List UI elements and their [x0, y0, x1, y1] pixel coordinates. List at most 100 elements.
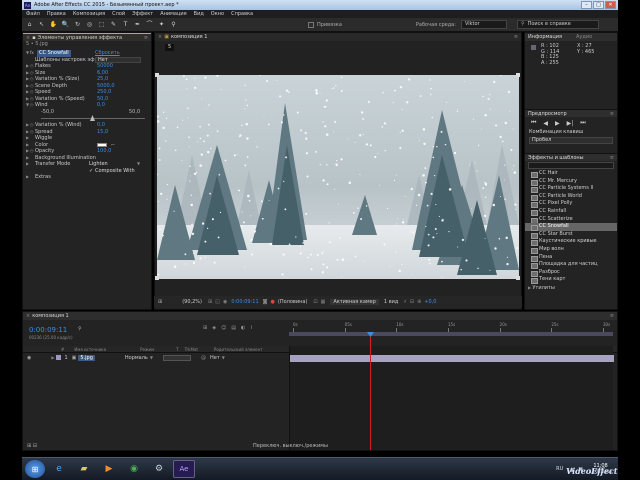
track-area[interactable]	[289, 346, 614, 450]
toggle-switches-icon[interactable]: ⊞	[27, 443, 31, 449]
internet-explorer-icon[interactable]: e	[48, 460, 70, 478]
close-button[interactable]: ✕	[605, 1, 616, 9]
info-tab[interactable]: Информация	[528, 34, 562, 40]
preview-tab[interactable]: Предпросмотр	[528, 111, 567, 117]
layer-duration-bar[interactable]	[290, 355, 614, 362]
rectangle-tool-icon[interactable]: ⬚	[97, 20, 106, 29]
menu-window[interactable]: Окно	[211, 11, 224, 17]
roi-icon[interactable]: ⊡	[313, 299, 317, 305]
stamp-tool-icon[interactable]: ⌒	[145, 20, 154, 29]
panel-menu-icon[interactable]: ≡	[610, 155, 614, 161]
time-ruler[interactable]: 0s 05s 10s 15s 20s 25s 30s	[289, 320, 613, 332]
playhead[interactable]	[367, 332, 374, 450]
steam-icon[interactable]: ⚙	[148, 460, 170, 478]
zoom-tool-icon[interactable]: 🔍	[61, 20, 70, 29]
composition-viewer[interactable]	[156, 74, 519, 279]
effect-list-item[interactable]: CC Particle World	[525, 193, 617, 201]
maximize-button[interactable]: □	[593, 1, 604, 9]
help-search-input[interactable]: ⚲ Поиск в справке	[516, 20, 599, 29]
composition-title[interactable]: композиция 1	[171, 34, 208, 40]
layer-name[interactable]: 5.jpg	[78, 354, 95, 361]
exposure-value[interactable]: +0,0	[424, 299, 436, 305]
views-select[interactable]: 1 вид	[384, 299, 398, 305]
close-tab-icon[interactable]: ×	[158, 34, 162, 40]
timeline-footer-label[interactable]: Переключ. выключ./режимы	[253, 443, 328, 449]
snapshot-icon[interactable]: ◙	[263, 299, 268, 305]
effect-list-item[interactable]: Каустические кривые	[525, 238, 617, 246]
prev-frame-icon[interactable]: ◀	[543, 120, 548, 127]
effect-list-item[interactable]: CC Rainfall	[525, 208, 617, 216]
channel-icon[interactable]: ●	[271, 299, 275, 305]
media-player-icon[interactable]: ▶	[98, 460, 120, 478]
menu-animation[interactable]: Анимация	[160, 11, 186, 17]
expand-triangle-icon[interactable]: ▶	[26, 174, 29, 181]
work-area-bar[interactable]	[289, 332, 613, 336]
frame-blending-icon[interactable]: ▤	[231, 325, 236, 331]
menu-file[interactable]: Файл	[26, 11, 40, 17]
effect-list-item[interactable]: Тени карт	[525, 276, 617, 284]
camera-tool-icon[interactable]: ◎	[85, 20, 94, 29]
transparency-grid-icon[interactable]: ▦	[321, 299, 326, 305]
eraser-tool-icon[interactable]: ✦	[157, 20, 166, 29]
effect-list-item[interactable]: CC Mr. Mercury	[525, 178, 617, 186]
trkmat-select[interactable]	[162, 354, 191, 361]
timeline-tab[interactable]: композиция 1	[32, 313, 69, 319]
label-color-icon[interactable]	[56, 355, 62, 360]
resolution-select[interactable]: (Половина)	[278, 299, 308, 305]
zoom-level[interactable]: (90,2%)	[182, 299, 202, 305]
next-frame-icon[interactable]: ▶|	[567, 120, 574, 127]
audio-tab[interactable]: Аудио	[576, 34, 592, 40]
chevron-down-icon[interactable]: ▼	[150, 355, 153, 360]
motion-blur-icon[interactable]: ◐	[241, 325, 245, 331]
after-effects-taskbar-icon[interactable]: Ae	[173, 460, 195, 478]
effect-list-item[interactable]: CC Snowfall	[525, 223, 617, 231]
composition-breadcrumb[interactable]: 5	[165, 44, 175, 51]
comp-timecode[interactable]: 0:00:09:11	[231, 299, 258, 305]
panel-menu-icon[interactable]: ≡	[514, 34, 518, 40]
color-swatch[interactable]	[97, 142, 107, 147]
wind-slider[interactable]	[23, 115, 151, 122]
draft-3d-icon[interactable]: ◈	[212, 325, 216, 331]
effect-list-item[interactable]: CC Star Burst	[525, 231, 617, 239]
pen-tool-icon[interactable]: ✎	[109, 20, 118, 29]
snap-checkbox[interactable]	[308, 21, 314, 28]
effect-list-item[interactable]: Пена	[525, 254, 617, 262]
folder-icon[interactable]: ▰	[73, 460, 95, 478]
chevron-down-icon[interactable]: ▼	[222, 355, 225, 360]
menu-composition[interactable]: Композиция	[73, 11, 105, 17]
menu-help[interactable]: Справка	[231, 11, 253, 17]
region-icon[interactable]: ◱	[215, 299, 220, 305]
effect-param-row[interactable]: ▶ Extras	[23, 174, 151, 181]
text-tool-icon[interactable]: T	[121, 20, 130, 29]
timeline-search-icon[interactable]: ⚲	[78, 326, 82, 332]
camera-snapshot-icon[interactable]: ◉	[223, 299, 227, 305]
presets-select[interactable]: Нет	[95, 56, 141, 63]
layer-mode-select[interactable]: Нормаль	[125, 355, 148, 361]
workspace-select[interactable]: Viktor	[460, 20, 507, 29]
puppet-tool-icon[interactable]: ⚲	[169, 20, 178, 29]
grid-icon[interactable]: ⊞	[208, 299, 212, 305]
hand-tool-icon[interactable]: ✋	[49, 20, 58, 29]
rotate-tool-icon[interactable]: ↻	[73, 20, 82, 29]
magnifier-icon[interactable]: ⊞	[158, 299, 162, 305]
close-tab-icon[interactable]: ×	[26, 35, 30, 41]
last-frame-icon[interactable]: ⏭	[580, 119, 585, 127]
shortcut-select[interactable]: Пробел	[529, 137, 613, 144]
effect-list-item[interactable]: CC Particle Systems II	[525, 185, 617, 193]
language-indicator[interactable]: RU	[556, 466, 563, 472]
chrome-icon[interactable]: ◉	[123, 460, 145, 478]
effect-controls-tab[interactable]: × ▪ Элементы управления эффекта ≡	[23, 33, 151, 41]
effects-search-input[interactable]	[528, 162, 614, 169]
toggle-modes-icon[interactable]: ⊟	[33, 443, 37, 449]
shy-icon[interactable]: ☺	[221, 325, 226, 331]
minimize-button[interactable]: –	[581, 1, 592, 9]
bounding-handle-icon[interactable]	[516, 73, 520, 77]
selection-tool-icon[interactable]: ↖	[37, 20, 46, 29]
effect-list-item[interactable]: CC Hair	[525, 170, 617, 178]
effects-presets-tab[interactable]: Эффекты и шаблоны	[528, 155, 584, 161]
graph-editor-icon[interactable]: ⌇	[250, 325, 252, 331]
first-frame-icon[interactable]: ⏮	[531, 119, 536, 127]
menu-layer[interactable]: Слой	[112, 11, 125, 17]
bounding-handle-icon[interactable]	[155, 73, 159, 77]
panel-menu-icon[interactable]: ≡	[610, 111, 614, 117]
